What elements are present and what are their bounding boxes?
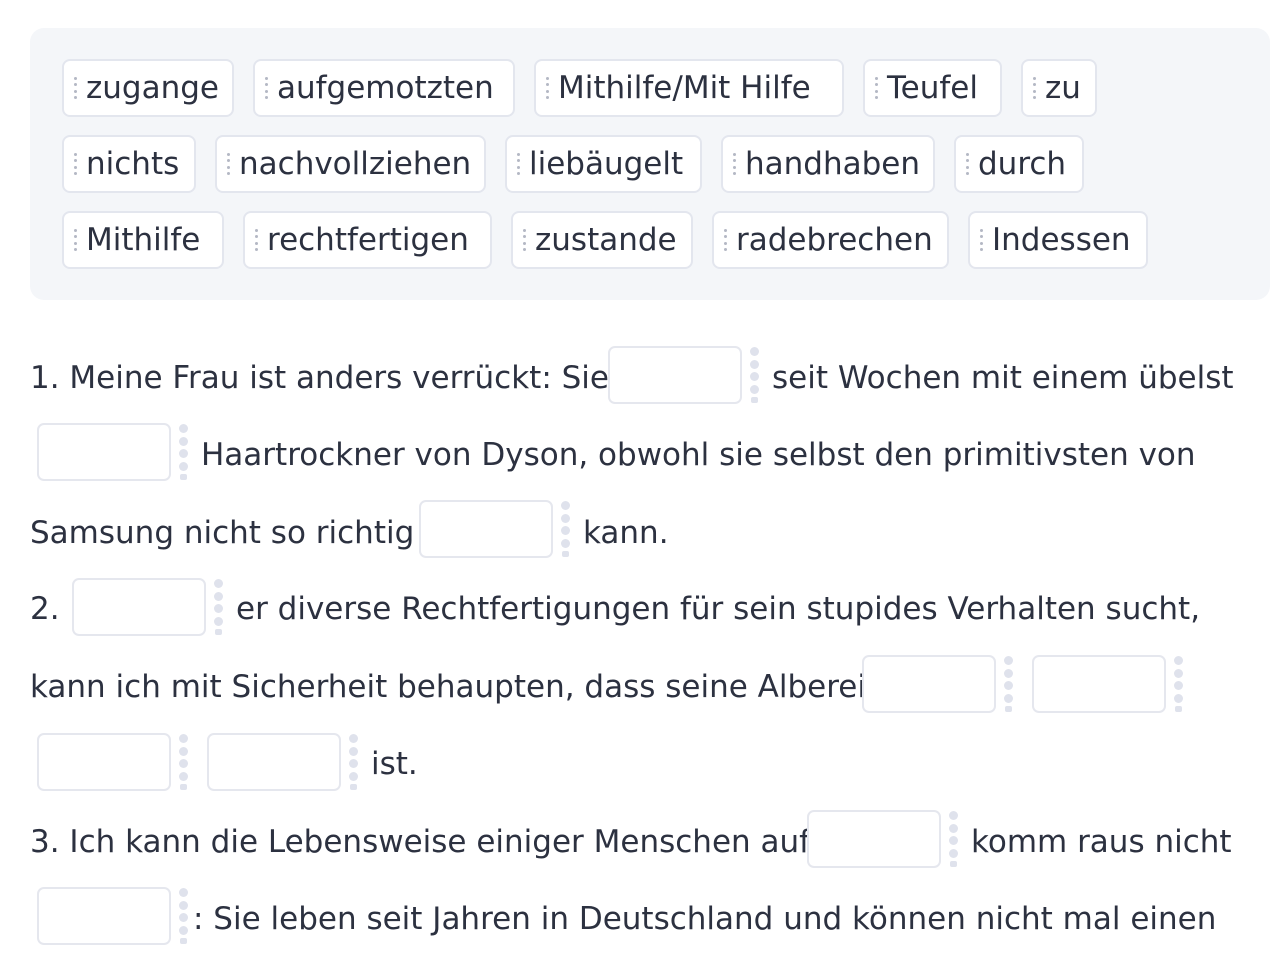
drag-grip-icon	[255, 229, 259, 251]
answer-blank[interactable]	[862, 655, 996, 713]
word-chip-label: radebrechen	[736, 222, 933, 258]
drag-handle-icon[interactable]	[178, 424, 188, 480]
answer-blank[interactable]	[419, 500, 553, 558]
drag-handle-icon[interactable]	[749, 347, 759, 403]
answer-blank[interactable]	[72, 578, 206, 636]
sentence-text: 1. Meine Frau ist anders verrückt: Sie	[30, 360, 609, 396]
drag-grip-icon	[1033, 77, 1037, 99]
word-chip-label: zu	[1045, 70, 1081, 106]
word-chip[interactable]: durch	[954, 135, 1084, 193]
drag-grip-icon	[74, 77, 78, 99]
sentence-text: ist.	[371, 746, 418, 782]
word-chip-label: Mithilfe/Mit Hilfe	[558, 70, 811, 106]
drag-handle-icon[interactable]	[213, 579, 223, 635]
sentence-text: Haartrockner von Dyson, obwohl sie selbs…	[201, 437, 1196, 473]
answer-blank[interactable]	[807, 810, 941, 868]
word-chip[interactable]: liebäugelt	[505, 135, 702, 193]
word-chip-label: zugange	[86, 70, 219, 106]
answer-blank[interactable]	[37, 733, 171, 791]
sentence-text: 2.	[30, 591, 60, 627]
word-bank: zugange aufgemotzten Mithilfe/Mit Hilfe …	[30, 28, 1270, 300]
drag-handle-icon[interactable]	[1003, 656, 1013, 712]
sentence-text: er diverse Rechtfertigungen für sein stu…	[236, 591, 1201, 627]
sentence-text: Samsung nicht so richtig	[30, 515, 415, 551]
word-chip-label: aufgemotzten	[277, 70, 494, 106]
drag-handle-icon[interactable]	[1173, 656, 1183, 712]
word-chip[interactable]: zustande	[511, 211, 693, 269]
word-chip[interactable]: Mithilfe	[62, 211, 224, 269]
drag-grip-icon	[265, 77, 269, 99]
sentence-text: kann.	[583, 515, 669, 551]
word-chip[interactable]: nachvollziehen	[215, 135, 486, 193]
word-chip[interactable]: radebrechen	[712, 211, 949, 269]
word-chip-label: Teufel	[887, 70, 978, 106]
word-chip-label: nachvollziehen	[239, 146, 472, 182]
drag-grip-icon	[966, 153, 970, 175]
word-chip-label: zustande	[535, 222, 677, 258]
word-chip-label: Indessen	[992, 222, 1131, 258]
drag-grip-icon	[523, 229, 527, 251]
answer-blank[interactable]	[37, 887, 171, 945]
drag-handle-icon[interactable]	[178, 888, 188, 944]
drag-handle-icon[interactable]	[948, 811, 958, 867]
word-chip-label: nichts	[86, 146, 180, 182]
drag-grip-icon	[980, 229, 984, 251]
word-chip[interactable]: Indessen	[968, 211, 1148, 269]
word-chip[interactable]: rechtfertigen	[243, 211, 492, 269]
word-chip[interactable]: Teufel	[863, 59, 1002, 117]
drag-grip-icon	[517, 153, 521, 175]
drag-grip-icon	[546, 77, 550, 99]
word-chip-label: durch	[978, 146, 1067, 182]
drag-grip-icon	[724, 229, 728, 251]
sentence-text: 3. Ich kann die Lebensweise einiger Mens…	[30, 824, 811, 860]
drag-handle-icon[interactable]	[178, 734, 188, 790]
word-chip[interactable]: nichts	[62, 135, 196, 193]
word-chip-label: Mithilfe	[86, 222, 201, 258]
sentence-text: : Sie leben seit Jahren in Deutschland u…	[193, 901, 1217, 937]
answer-blank[interactable]	[1032, 655, 1166, 713]
drag-grip-icon	[875, 77, 879, 99]
word-chip-label: liebäugelt	[529, 146, 684, 182]
drag-handle-icon[interactable]	[348, 734, 358, 790]
drag-grip-icon	[227, 153, 231, 175]
answer-blank[interactable]	[608, 346, 742, 404]
word-chip[interactable]: zu	[1021, 59, 1097, 117]
drag-grip-icon	[74, 229, 78, 251]
answer-blank[interactable]	[207, 733, 341, 791]
word-chip[interactable]: Mithilfe/Mit Hilfe	[534, 59, 844, 117]
sentence-text: kann ich mit Sicherheit behaupten, dass …	[30, 669, 866, 705]
word-chip[interactable]: handhaben	[721, 135, 935, 193]
drag-handle-icon[interactable]	[560, 501, 570, 557]
answer-blank[interactable]	[37, 423, 171, 481]
drag-grip-icon	[74, 153, 78, 175]
word-chip[interactable]: zugange	[62, 59, 234, 117]
word-chip-label: handhaben	[745, 146, 921, 182]
word-chip-label: rechtfertigen	[267, 222, 469, 258]
drag-grip-icon	[733, 153, 737, 175]
word-chip[interactable]: aufgemotzten	[253, 59, 515, 117]
sentence-text: komm raus nicht	[971, 824, 1232, 860]
sentence-text: seit Wochen mit einem übelst	[772, 360, 1234, 396]
